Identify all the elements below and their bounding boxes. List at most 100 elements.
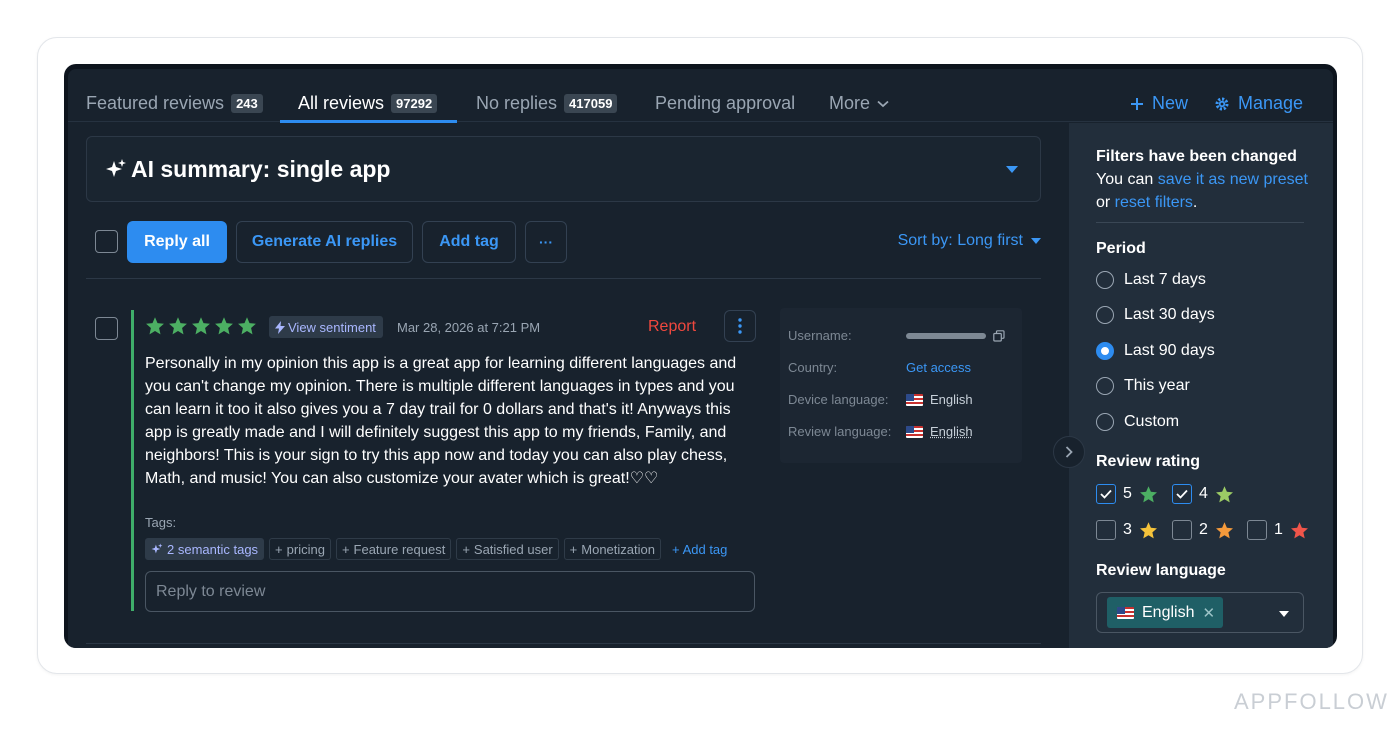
review-language-value: English [906, 424, 973, 439]
rating-filter-5[interactable]: 5 [1096, 484, 1158, 504]
new-label: New [1152, 93, 1189, 113]
checkbox[interactable] [1247, 520, 1267, 540]
tag-chip[interactable]: + Feature request [335, 538, 452, 560]
period-option-last-90-days[interactable]: Last 90 days [1096, 342, 1215, 360]
tag-chip[interactable]: + pricing [269, 538, 331, 560]
tab-pending-approval[interactable]: Pending approval [655, 93, 795, 114]
rating-value: 1 [1274, 521, 1283, 538]
radio-button[interactable] [1096, 413, 1114, 431]
notice-prefix: You can [1096, 171, 1158, 188]
tag-chip[interactable]: + Monetization [563, 538, 661, 560]
tab-label: More [829, 93, 871, 113]
tag-label: Satisfied user [473, 541, 553, 557]
plus-icon: + [275, 541, 283, 557]
plus-icon: + [341, 541, 350, 557]
rating-filter-4[interactable]: 4 [1172, 484, 1234, 504]
bulk-toolbar: Reply all Generate AI replies Add tag ··… [86, 221, 1041, 279]
sort-label: Sort by: Long first [897, 232, 1023, 249]
check-icon [1100, 489, 1112, 499]
checkbox[interactable] [1096, 520, 1116, 540]
tab-no-replies[interactable]: No replies 417059 [476, 93, 618, 114]
add-tag-link[interactable]: + Add tag [666, 542, 727, 557]
semantic-tags-chip[interactable]: 2 semantic tags [145, 538, 265, 560]
tab-more[interactable]: More [829, 93, 889, 114]
plus-icon: + [671, 541, 680, 557]
radio-button[interactable] [1096, 306, 1114, 324]
generate-ai-replies-button[interactable]: Generate AI replies [236, 221, 413, 263]
close-icon[interactable]: ✕ [1202, 604, 1215, 622]
rating-filter-2[interactable]: 2 [1172, 520, 1234, 540]
tab-count: 97292 [391, 94, 438, 113]
vertical-dots-icon [738, 318, 742, 334]
new-button[interactable]: New [1130, 93, 1188, 114]
star-icon [238, 317, 256, 335]
divider [86, 643, 1041, 644]
rating-value: 2 [1199, 521, 1208, 538]
select-all-checkbox[interactable] [95, 230, 118, 253]
review-language-text[interactable]: English [930, 424, 973, 439]
checkbox-checked[interactable] [1096, 484, 1116, 504]
filters-changed-title: Filters have been changed [1096, 148, 1297, 165]
get-access-link[interactable]: Get access [906, 360, 971, 375]
reply-all-button[interactable]: Reply all [127, 221, 227, 263]
radio-button-selected[interactable] [1096, 342, 1114, 360]
period-option-last-7-days[interactable]: Last 7 days [1096, 271, 1206, 289]
tab-all-reviews[interactable]: All reviews 97292 [298, 93, 438, 114]
copy-icon[interactable] [993, 330, 1005, 342]
manage-button[interactable]: Manage [1214, 93, 1303, 114]
star-icon [1139, 485, 1157, 502]
collapse-sidebar-button[interactable] [1053, 436, 1085, 468]
review-date: Mar 28, 2026 at 7:21 PM [397, 320, 541, 335]
review-text: Personally in my opinion this app is a g… [145, 355, 737, 487]
plus-icon: + [569, 541, 578, 557]
star-icon [192, 317, 210, 335]
reset-filters-link[interactable]: reset filters [1115, 194, 1193, 211]
period-option-last-30-days[interactable]: Last 30 days [1096, 306, 1215, 324]
more-actions-button[interactable]: ··· [525, 221, 567, 263]
rating-filter-3[interactable]: 3 [1096, 520, 1158, 540]
radio-button[interactable] [1096, 271, 1114, 289]
reply-input[interactable] [145, 571, 755, 612]
radio-button[interactable] [1096, 377, 1114, 395]
semantic-tags-label: 2 semantic tags [167, 541, 259, 557]
tag-chip[interactable]: + Satisfied user [456, 538, 559, 560]
chevron-right-icon [1065, 446, 1073, 458]
save-preset-link[interactable]: save it as new preset [1158, 171, 1308, 188]
review-checkbox[interactable] [95, 317, 118, 340]
username-label: Username: [788, 328, 852, 343]
star-icon [1215, 521, 1233, 538]
checkbox[interactable] [1172, 520, 1192, 540]
period-option-this-year[interactable]: This year [1096, 377, 1190, 395]
star-icon [1139, 521, 1157, 538]
period-label: Custom [1124, 413, 1180, 430]
tag-label: Feature request [353, 541, 446, 557]
notice-end: . [1192, 194, 1198, 211]
review-menu-button[interactable] [724, 310, 756, 342]
star-icon [146, 317, 164, 335]
active-tab-indicator [280, 120, 457, 123]
rating-filter-1[interactable]: 1 [1247, 520, 1309, 540]
tab-featured-reviews[interactable]: Featured reviews 243 [86, 93, 263, 114]
ai-summary-panel[interactable]: AI summary: single app [86, 136, 1041, 202]
language-chip[interactable]: English ✕ [1107, 597, 1224, 628]
caret-down-icon[interactable] [1006, 166, 1018, 173]
sort-dropdown[interactable]: Sort by: Long first [898, 232, 1041, 250]
username-value [906, 330, 1005, 342]
tab-label: All reviews [298, 93, 385, 113]
plus-icon: + [462, 541, 470, 557]
device-language-value: English [906, 392, 973, 407]
review-rating-indicator [131, 310, 134, 611]
rating-value: 4 [1199, 485, 1208, 502]
report-link[interactable]: Report [648, 318, 696, 336]
add-tag-label: Add tag [682, 541, 728, 557]
sparkle-icon [151, 543, 163, 554]
star-icon [1290, 521, 1308, 538]
us-flag-icon [906, 393, 923, 406]
add-tag-button[interactable]: Add tag [422, 221, 516, 263]
review-stars [145, 316, 257, 336]
period-option-custom[interactable]: Custom [1096, 413, 1179, 431]
app-window: Featured reviews 243 All reviews 97292 N… [64, 64, 1337, 648]
checkbox-checked[interactable] [1172, 484, 1192, 504]
view-sentiment-button[interactable]: View sentiment [269, 316, 383, 338]
review-language-select[interactable]: English ✕ [1096, 592, 1304, 633]
